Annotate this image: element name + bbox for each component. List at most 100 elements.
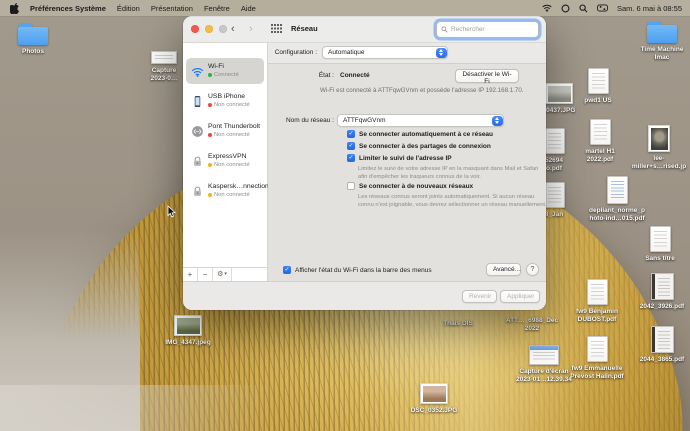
forward-button[interactable]: › <box>249 16 253 42</box>
wifi-icon <box>190 64 204 78</box>
desktop-icon-photos[interactable]: Photos <box>1 21 65 56</box>
sidebar-item-wi-fi[interactable]: Wi-FiConnecté <box>186 58 264 84</box>
checkbox[interactable] <box>347 182 355 190</box>
advanced-button[interactable]: Avancé… <box>486 263 521 276</box>
portrait-photo-icon <box>648 125 670 152</box>
desktop-icon-dsc-0352-jpg[interactable]: DSC_0352.JPG <box>402 380 466 415</box>
sidebar-item-pont-thunderbolt[interactable]: Pont ThunderboltNon connecté <box>186 118 264 144</box>
desktop-icon-label: martel H1 2022.pdf <box>585 148 615 164</box>
desktop-icon-label: Sans titre <box>645 255 675 263</box>
photo-icon <box>545 83 573 104</box>
screenshot-icon <box>151 51 177 64</box>
desktop-icon-label: _0437.JPG <box>543 107 576 115</box>
network-name-label: Nom du réseau : <box>268 117 334 124</box>
iphone-icon <box>190 94 204 108</box>
window-titlebar[interactable]: ‹ › Réseau <box>183 16 546 43</box>
circle-status-icon[interactable] <box>561 4 570 13</box>
mouse-cursor <box>167 205 176 223</box>
search-input[interactable] <box>451 26 534 33</box>
menu-item-fen-tre[interactable]: Fenêtre <box>204 4 230 13</box>
search-icon <box>441 26 448 33</box>
lock-icon <box>190 184 204 198</box>
apply-button[interactable]: Appliquer <box>500 290 540 303</box>
wifi-icon[interactable] <box>542 4 552 12</box>
scanned-document-icon <box>651 273 674 300</box>
desktop-icon-label: DSC_0352.JPG <box>411 407 458 415</box>
search-icon[interactable] <box>579 4 588 13</box>
configuration-popup[interactable]: Automatique <box>322 46 448 59</box>
checkbox[interactable] <box>347 154 355 162</box>
desktop-icon-label: 52694 o.pdf <box>545 157 563 173</box>
desktop-icon-label: Capture d'écran 2023-01…12.39.34 <box>516 368 572 384</box>
service-status: Connecté <box>208 72 239 79</box>
menu-item-aide[interactable]: Aide <box>241 4 256 13</box>
configuration-label: Configuration : <box>268 49 317 56</box>
revert-button[interactable]: Revenir <box>462 290 497 303</box>
sidebar-item-usb-iphone[interactable]: USB iPhoneNon connecté <box>186 88 264 114</box>
minimize-button[interactable] <box>205 25 213 33</box>
bridge-icon <box>190 124 204 138</box>
screenshot-icon <box>529 345 559 365</box>
service-status: Non connecté <box>208 162 250 169</box>
desktop-icon-label: Photos <box>22 48 44 56</box>
service-status: Non connecté <box>208 192 264 199</box>
menu-item-pr-sentation[interactable]: Présentation <box>151 4 193 13</box>
desktop-icon-lee[interactable]: lee- miller+s…rised.jp <box>627 128 690 171</box>
checkbox[interactable] <box>347 142 355 150</box>
checkbox-help-text: Limitez le suivi de votre adresse IP en … <box>358 165 546 182</box>
status-label: État : <box>268 72 334 79</box>
menu-item-pr-f-rences-syst-me[interactable]: Préférences Système <box>30 4 106 13</box>
checkbox-help-text: Les réseaux connus seront joints automat… <box>358 193 546 210</box>
desktop-icon-2044-3865-pdf[interactable]: 2044_3865.pdf <box>630 329 690 364</box>
checkbox-row-se-connecter-de-nouveaux-r-seaux: Se connecter à de nouveaux réseaux <box>347 182 473 190</box>
folder-icon <box>18 24 48 45</box>
menu-bar: Préférences Système Édition Présentation Fe… <box>0 0 690 16</box>
desktop-icon-label: lee- miller+s…rised.jp <box>632 155 686 171</box>
desktop-icon-depliant-norme-p[interactable]: depliant_norme_p hoto-ind…015.pdf <box>585 180 649 223</box>
network-name-popup[interactable]: ATTFqwGVnm <box>337 114 504 127</box>
remove-service-button[interactable]: − <box>198 268 213 281</box>
lock-icon <box>190 154 204 168</box>
menu-item-dition[interactable]: Édition <box>117 4 140 13</box>
menu-bar-clock[interactable]: Sam. 6 mai à 08:55 <box>617 4 682 13</box>
scanned-document-icon <box>651 326 674 353</box>
sidebar-item-kaspersk-nnection[interactable]: Kaspersk…nnectionNon connecté <box>186 178 264 204</box>
add-service-button[interactable]: + <box>183 268 198 281</box>
desktop-icon-label: Thais DIS <box>443 320 473 328</box>
configuration-row: Configuration : Automatique <box>268 43 546 63</box>
disable-wifi-button[interactable]: Désactiver le Wi-Fi <box>455 69 519 83</box>
settings-content: Configuration : Automatique État : Conne… <box>268 43 546 281</box>
desktop-icon-time-machine[interactable]: Time Machine Imac <box>630 19 690 62</box>
document-icon <box>650 226 671 252</box>
back-button[interactable]: ‹ <box>231 16 235 42</box>
control-center-icon[interactable] <box>597 4 608 12</box>
desktop-icon-img-4347-jpeg[interactable]: IMG_4347.jpeg <box>156 312 220 347</box>
service-actions-button[interactable]: ⚙▾ <box>213 268 232 281</box>
desktop-icon-fw9-benjamin[interactable]: fw9 Benjamin DUBOST.pdf <box>565 281 629 324</box>
show-all-grid-icon[interactable] <box>271 24 282 35</box>
document-icon <box>544 128 565 154</box>
checkbox[interactable] <box>347 130 355 138</box>
apple-logo-icon[interactable] <box>10 3 19 14</box>
checkbox-row-se-connecter-automatiquement-ce-r-seau: Se connecter automatiquement à ce réseau <box>347 130 493 138</box>
service-status: Non connecté <box>208 132 260 139</box>
desktop-icon-2042-3926-pdf[interactable]: 2042_3926.pdf <box>630 276 690 311</box>
show-wifi-checkbox[interactable] <box>283 266 291 274</box>
desktop-icon-sans-titre[interactable]: Sans titre <box>628 228 690 263</box>
desktop-icon-label: ATT…_6988_Dec 2022 <box>506 317 558 333</box>
status-description: Wi-Fi est connecté à ATTFqwGVnm et possè… <box>320 86 530 95</box>
document-icon <box>590 119 611 145</box>
traffic-lights <box>191 25 227 33</box>
search-field[interactable] <box>436 21 539 38</box>
desktop-icon-capture-d-cran[interactable]: Capture d'écran 2023-01…12.39.34 <box>512 341 576 384</box>
desktop-icon-label: fw9 Emmanuelle Prevost Halin.pdf <box>570 365 623 381</box>
gear-icon: ⚙ <box>217 271 223 278</box>
window-footer: Revenir Appliquer <box>183 281 546 310</box>
checkbox-row-limiter-le-suivi-de-l-adresse-ip: Limiter le suivi de l'adresse IP <box>347 154 452 162</box>
desktop-icon-label: Capture 2023-0… <box>151 67 178 83</box>
help-button[interactable]: ? <box>526 263 539 276</box>
sidebar-footer: +−⚙▾ <box>183 267 267 281</box>
close-button[interactable] <box>191 25 199 33</box>
show-wifi-label: Afficher l'état du Wi-Fi dans la barre d… <box>295 267 432 274</box>
sidebar-item-expressvpn[interactable]: ExpressVPNNon connecté <box>186 148 264 174</box>
